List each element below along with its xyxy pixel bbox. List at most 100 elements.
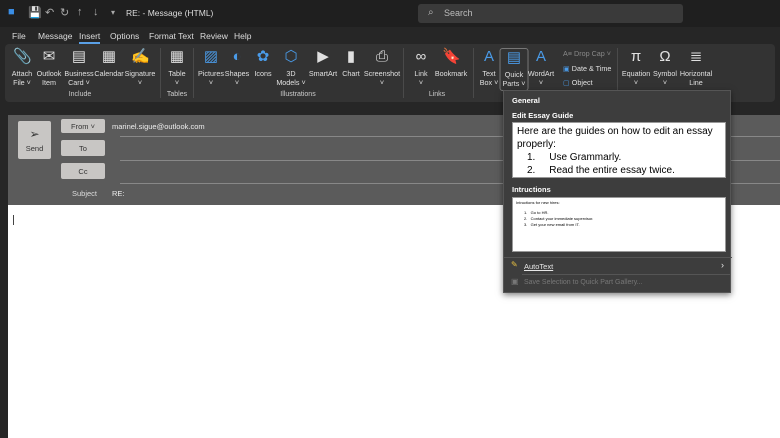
text-box-label: Text Box ˅ — [479, 69, 499, 87]
shapes-icon: ◐ — [232, 48, 242, 65]
bookmark-button[interactable]: 🔖 Bookmark — [435, 48, 467, 78]
horizontal-line-button[interactable]: ≣ Horizontal Line — [680, 48, 712, 87]
signature-button[interactable]: ✍ Signature ˅ — [125, 48, 156, 87]
chevron-right-icon: › — [721, 260, 724, 270]
pictures-button[interactable]: ▨ Pictures ˅ — [198, 48, 224, 87]
date-time-button[interactable]: ▣ Date & Time — [563, 64, 611, 73]
object-button[interactable]: ▢ Object — [563, 78, 593, 87]
list-item: 1. Use Grammarly. — [527, 152, 622, 163]
outlook-item-button[interactable]: ✉ Outlook Item — [37, 48, 62, 87]
attach-file-button[interactable]: 📎 Attach File ˅ — [12, 48, 32, 87]
quick-parts-button[interactable]: ▤ Quick Parts ˅ — [499, 48, 529, 91]
send-label: Send — [25, 144, 44, 153]
business-card-button[interactable]: ▤ Business Card ˅ — [64, 48, 93, 87]
include-group-label: Include — [68, 91, 92, 98]
bookmark-icon: 🔖 — [441, 48, 461, 65]
symbol-icon: Ω — [659, 48, 671, 65]
redo-icon[interactable]: ↻ — [60, 6, 69, 19]
list-item: 3. Get your new email from IT. — [524, 222, 580, 227]
undo-icon[interactable]: ↶ — [45, 6, 54, 19]
calendar-button[interactable]: ▦ Calendar — [94, 48, 123, 78]
down-arrow-icon[interactable]: ↓ — [93, 6, 99, 18]
icons-button[interactable]: ✿ Icons — [254, 48, 272, 78]
3d-models-button[interactable]: ⬡ 3D Models ˅ — [276, 48, 305, 87]
from-button[interactable]: From ˅ — [61, 119, 105, 133]
from-value: marinel.sigue@outlook.com — [112, 122, 205, 131]
entry-title: Edit Essay Guide — [512, 111, 574, 120]
group-separator — [473, 48, 474, 98]
tab-review[interactable]: Review — [200, 31, 228, 41]
equation-icon: π — [630, 48, 642, 65]
entry-text: Here are the guides on how to edit an es… — [517, 126, 713, 150]
subject-field[interactable]: RE: — [112, 189, 125, 198]
outlook-logo-icon: ■ — [8, 6, 15, 18]
group-separator — [403, 48, 404, 98]
object-label: Object — [571, 78, 593, 87]
business-card-label: Business Card ˅ — [64, 69, 94, 87]
table-icon: ▦ — [169, 48, 185, 65]
equation-button[interactable]: π Equation ˅ — [622, 48, 650, 87]
outlook-item-label: Outlook Item — [36, 69, 62, 87]
3d-models-label: 3D Models ˅ — [276, 69, 306, 87]
chart-button[interactable]: ▮ Chart — [342, 48, 360, 78]
tab-message[interactable]: Message — [38, 31, 73, 41]
calendar-label: Calendar — [94, 69, 124, 78]
smartart-button[interactable]: ▶ SmartArt — [309, 48, 337, 78]
window-title: RE: - Message (HTML) — [126, 8, 214, 18]
text-cursor — [13, 215, 14, 225]
quick-part-edit-essay-guide[interactable]: Here are the guides on how to edit an es… — [512, 122, 726, 178]
date-time-icon: ▣ — [563, 64, 572, 73]
smartart-icon: ▶ — [317, 48, 329, 65]
send-button[interactable]: ➢ Send — [18, 121, 51, 159]
send-icon: ➢ — [29, 127, 40, 141]
screenshot-icon: ⎙ — [375, 48, 388, 65]
table-label: Table ˅ — [168, 69, 186, 87]
screenshot-button[interactable]: ⎙ Screenshot ˅ — [364, 48, 400, 87]
text-box-button[interactable]: A Text Box ˅ — [480, 48, 499, 87]
3d-models-icon: ⬡ — [284, 48, 298, 65]
drop-cap-label: Drop Cap ˅ — [574, 49, 611, 58]
symbol-button[interactable]: Ω Symbol ˅ — [653, 48, 677, 87]
object-icon: ▢ — [563, 78, 572, 87]
search-input[interactable]: ⌕ Search — [418, 4, 683, 23]
customize-qat-icon[interactable]: ▾ — [111, 8, 115, 17]
autotext-menu-item[interactable]: ✎ AutoText › — [504, 259, 730, 273]
quick-part-intructions[interactable]: Intructions for new hires: 1. Go to HR. … — [512, 197, 726, 252]
illustrations-group-label: Illustrations — [280, 91, 316, 98]
wordart-icon: A — [535, 48, 546, 65]
tab-options[interactable]: Options — [110, 31, 139, 41]
table-button[interactable]: ▦ Table ˅ — [168, 48, 186, 87]
link-button[interactable]: ∞ Link ˅ — [412, 48, 430, 87]
cc-button[interactable]: Cc — [61, 163, 105, 179]
outlook-item-icon: ✉ — [42, 48, 56, 65]
save-icon[interactable]: 💾 — [28, 6, 42, 19]
autotext-icon: ✎ — [511, 260, 518, 269]
bookmark-label: Bookmark — [434, 69, 468, 78]
smartart-label: SmartArt — [308, 69, 338, 78]
pictures-label: Pictures ˅ — [198, 69, 224, 87]
wordart-button[interactable]: A WordArt ˅ — [528, 48, 554, 87]
attach-file-icon: 📎 — [12, 48, 32, 65]
chart-icon: ▮ — [346, 48, 356, 65]
links-group-label: Links — [428, 91, 446, 98]
save-selection-label: Save Selection to Quick Part Gallery... — [524, 279, 643, 286]
signature-icon: ✍ — [131, 48, 150, 65]
quick-parts-menu: General Edit Essay Guide Here are the gu… — [503, 90, 732, 293]
link-icon: ∞ — [415, 48, 427, 65]
text-box-icon: A — [483, 48, 494, 65]
tab-help[interactable]: Help — [234, 31, 251, 41]
tab-insert[interactable]: Insert — [79, 31, 101, 44]
up-arrow-icon[interactable]: ↑ — [77, 6, 83, 18]
chart-label: Chart — [342, 69, 360, 78]
to-button[interactable]: To — [61, 140, 105, 156]
pictures-icon: ▨ — [203, 48, 219, 65]
tab-format-text[interactable]: Format Text — [149, 31, 194, 41]
group-separator — [160, 48, 161, 98]
tab-file[interactable]: File — [12, 31, 26, 41]
drop-cap-button: A≡ Drop Cap ˅ — [563, 49, 611, 58]
date-time-label: Date & Time — [571, 64, 612, 73]
shapes-button[interactable]: ◐ Shapes ˅ — [225, 48, 249, 87]
drop-cap-icon: A≡ — [563, 49, 574, 58]
shapes-label: Shapes ˅ — [224, 69, 250, 87]
tables-group-label: Tables — [166, 91, 188, 98]
